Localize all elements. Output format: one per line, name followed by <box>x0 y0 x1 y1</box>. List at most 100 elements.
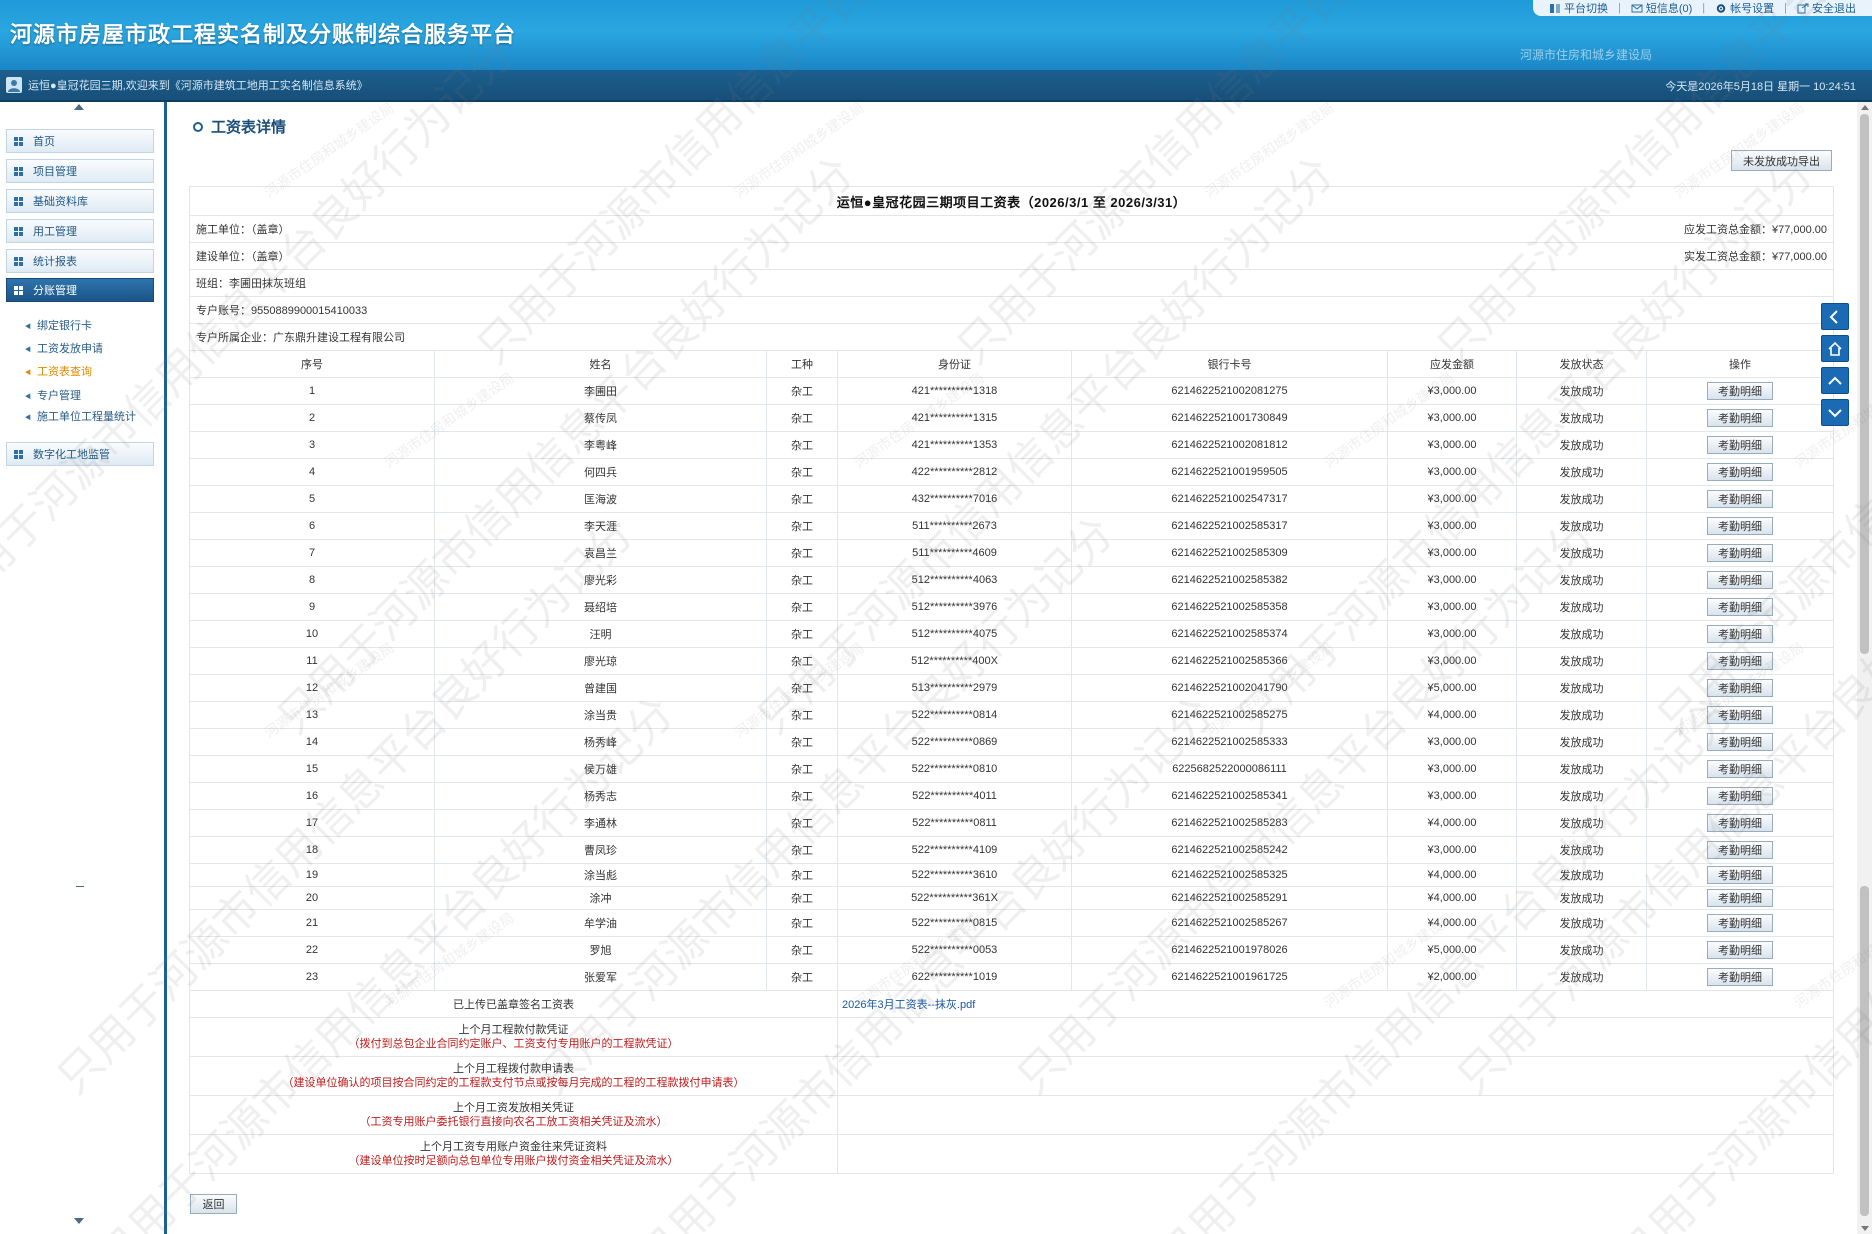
column-header: 工种 <box>766 350 838 378</box>
grid-icon <box>14 256 23 266</box>
bank-card: 6214622521002585366 <box>1071 647 1388 675</box>
export-failed-button[interactable]: 未发放成功导出 <box>1731 150 1832 171</box>
action-cell: 考勤明细 <box>1645 566 1835 594</box>
scroll-up-arrow-icon[interactable] <box>1861 105 1869 110</box>
id-number: 522**********3610 <box>837 863 1072 887</box>
scrollbar-thumb-lower[interactable] <box>1860 886 1869 1216</box>
account-settings-link[interactable]: 帐号设置 <box>1707 0 1782 16</box>
attendance-detail-button[interactable]: 考勤明细 <box>1707 814 1773 832</box>
bank-card: 6214622521002585341 <box>1071 782 1388 810</box>
logout-link[interactable]: 安全退出 <box>1789 0 1864 16</box>
job-type: 杂工 <box>766 566 838 594</box>
column-header: 应发金额 <box>1387 350 1517 378</box>
evidence-file-cell <box>836 1095 1835 1135</box>
attendance-detail-button[interactable]: 考勤明细 <box>1707 598 1773 616</box>
sidebar-item-reports[interactable]: 统计报表 <box>6 249 154 273</box>
back-button[interactable]: 返回 <box>190 1194 237 1214</box>
evidence-file-cell <box>836 1134 1835 1174</box>
messages-link[interactable]: 短信息(0) <box>1623 0 1700 16</box>
amount-due: ¥4,000.00 <box>1387 886 1517 910</box>
attendance-detail-button[interactable]: 考勤明细 <box>1707 914 1773 932</box>
evidence-note: （建设单位按时足额向总包单位专用账户拨付资金相关凭证及流水） <box>348 1155 679 1167</box>
attendance-detail-button[interactable]: 考勤明细 <box>1707 866 1773 884</box>
attendance-detail-button[interactable]: 考勤明细 <box>1707 490 1773 508</box>
job-type: 杂工 <box>766 936 838 964</box>
attendance-detail-button[interactable]: 考勤明细 <box>1707 760 1773 778</box>
attendance-detail-button[interactable]: 考勤明细 <box>1707 409 1773 427</box>
attendance-detail-button[interactable]: 考勤明细 <box>1707 463 1773 481</box>
nav-up-button[interactable] <box>1821 367 1849 394</box>
app-header: 河源市房屋市政工程实名制及分账制综合服务平台 河源市住房和城乡建设局 平台切换 … <box>0 0 1872 70</box>
attendance-detail-button[interactable]: 考勤明细 <box>1707 941 1773 959</box>
sidebar-item-labor[interactable]: 用工管理 <box>6 219 154 243</box>
sidebar-item-digital-site[interactable]: 数字化工地监管 <box>6 442 154 466</box>
uploaded-sheet-file-link[interactable]: 2026年3月工资表--抹灰.pdf <box>836 990 1835 1018</box>
amount-due: ¥3,000.00 <box>1387 539 1517 567</box>
worker-name: 涂当贵 <box>434 701 767 729</box>
sidebar-subitem-wage-query[interactable]: 工资表查询 <box>25 363 92 379</box>
worker-name: 牟学油 <box>434 909 767 937</box>
table-header-row: 序号 姓名 工种 身份证 银行卡号 应发金额 发放状态 操作 <box>189 350 1835 378</box>
evidence-cell: 上个月工资发放相关凭证 （工资专用账户委托银行直接向农名工放工资相关凭证及流水） <box>189 1095 838 1135</box>
bank-card: 6214622521002585325 <box>1071 863 1388 887</box>
table-row: 8 廖光彩 杂工 512**********4063 62146225210025853… <box>189 566 1835 594</box>
sidebar-subitem-account-mgmt[interactable]: 专户管理 <box>25 387 81 403</box>
job-type: 杂工 <box>766 863 838 887</box>
amount-due: ¥5,000.00 <box>1387 674 1517 702</box>
job-type: 杂工 <box>766 886 838 910</box>
attendance-detail-button[interactable]: 考勤明细 <box>1707 517 1773 535</box>
sidebar-item-accounts[interactable]: 分账管理 <box>6 278 154 302</box>
row-number: 21 <box>189 909 435 937</box>
row-number: 8 <box>189 566 435 594</box>
amount-due: ¥3,000.00 <box>1387 728 1517 756</box>
sidebar-item-home[interactable]: 首页 <box>6 129 154 153</box>
sidebar-scroll-up-icon[interactable] <box>74 104 84 110</box>
sidebar-item-base-data[interactable]: 基础资料库 <box>6 189 154 213</box>
sidebar-subitem-wage-apply[interactable]: 工资发放申请 <box>25 340 103 356</box>
amount-due: ¥4,000.00 <box>1387 909 1517 937</box>
attendance-detail-button[interactable]: 考勤明细 <box>1707 968 1773 986</box>
job-type: 杂工 <box>766 782 838 810</box>
attendance-detail-button[interactable]: 考勤明细 <box>1707 652 1773 670</box>
nav-down-button[interactable] <box>1821 399 1849 426</box>
attendance-detail-button[interactable]: 考勤明细 <box>1707 706 1773 724</box>
id-number: 522**********0053 <box>837 936 1072 964</box>
pay-status: 发放成功 <box>1516 377 1647 405</box>
attendance-detail-button[interactable]: 考勤明细 <box>1707 841 1773 859</box>
scroll-down-arrow-icon[interactable] <box>1861 1226 1869 1231</box>
attendance-detail-button[interactable]: 考勤明细 <box>1707 382 1773 400</box>
attendance-detail-button[interactable]: 考勤明细 <box>1707 733 1773 751</box>
nav-home-button[interactable] <box>1821 335 1849 362</box>
attendance-detail-button[interactable]: 考勤明细 <box>1707 544 1773 562</box>
row-number: 15 <box>189 755 435 783</box>
bank-card: 6214622521002585358 <box>1071 593 1388 621</box>
job-type: 杂工 <box>766 963 838 991</box>
attendance-detail-button[interactable]: 考勤明细 <box>1707 787 1773 805</box>
bank-card: 6214622521002081275 <box>1071 377 1388 405</box>
attendance-detail-button[interactable]: 考勤明细 <box>1707 571 1773 589</box>
nav-back-button[interactable] <box>1821 303 1849 330</box>
bank-card: 6214622521002585291 <box>1071 886 1388 910</box>
job-type: 杂工 <box>766 458 838 486</box>
page-scrollbar[interactable] <box>1857 102 1872 1234</box>
pay-status: 发放成功 <box>1516 647 1647 675</box>
sidebar-scroll-down-icon[interactable] <box>74 1218 84 1224</box>
attendance-detail-button[interactable]: 考勤明细 <box>1707 436 1773 454</box>
row-number: 23 <box>189 963 435 991</box>
id-number: 421**********1318 <box>837 377 1072 405</box>
sidebar-item-projects[interactable]: 项目管理 <box>6 159 154 183</box>
bank-card: 6214622521001978026 <box>1071 936 1388 964</box>
platform-switch-link[interactable]: 平台切换 <box>1541 0 1616 16</box>
id-number: 422**********2812 <box>837 458 1072 486</box>
attendance-detail-button[interactable]: 考勤明细 <box>1707 625 1773 643</box>
evidence-row: 上个月工资发放相关凭证 （工资专用账户委托银行直接向农名工放工资相关凭证及流水） <box>189 1095 1835 1135</box>
sidebar-subitem-bind-card[interactable]: 绑定银行卡 <box>25 317 92 333</box>
attendance-detail-button[interactable]: 考勤明细 <box>1707 889 1773 907</box>
pay-status: 发放成功 <box>1516 620 1647 648</box>
id-number: 522**********4011 <box>837 782 1072 810</box>
action-cell: 考勤明细 <box>1645 512 1835 540</box>
attendance-detail-button[interactable]: 考勤明细 <box>1707 679 1773 697</box>
sidebar-subitem-workload[interactable]: 施工单位工程量统计 <box>25 408 136 424</box>
scrollbar-thumb[interactable] <box>1860 114 1869 654</box>
action-cell: 考勤明细 <box>1645 809 1835 837</box>
